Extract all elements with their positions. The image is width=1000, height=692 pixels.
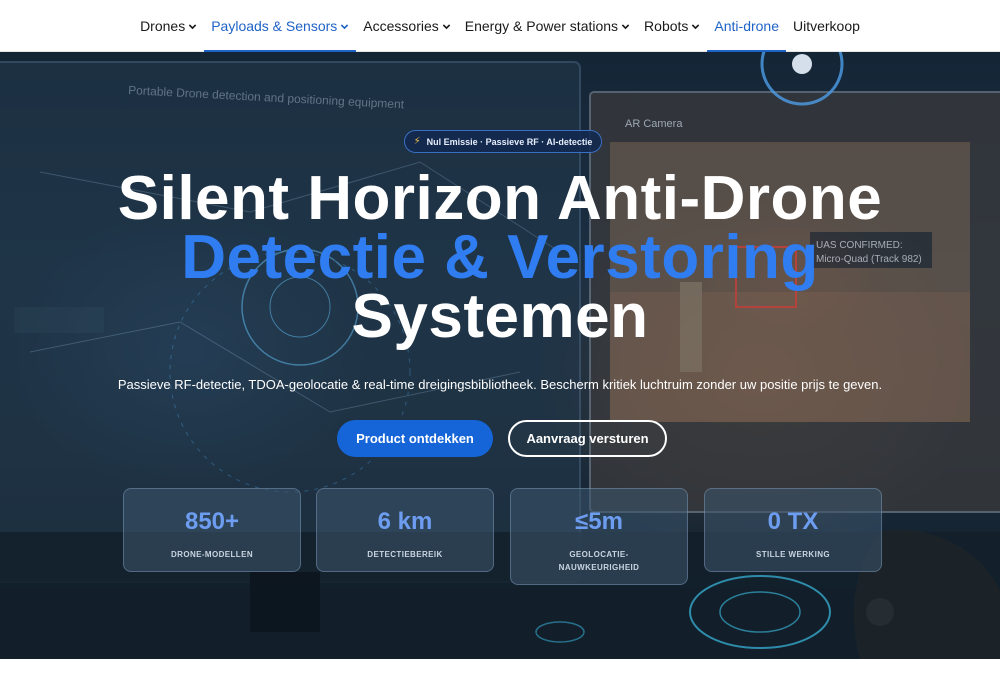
- nav-item-label: Robots: [644, 18, 689, 34]
- nav-item-energy-power[interactable]: Energy & Power stations: [458, 0, 637, 52]
- lightning-bolt-icon: ⚡: [413, 136, 421, 147]
- top-nav: Drones Payloads & Sensors Accessories En…: [0, 0, 1000, 52]
- stat-value: 850+: [184, 508, 240, 535]
- hero-section: Portable Drone detection and positioning…: [0, 52, 1000, 659]
- chevron-down-icon: [621, 22, 630, 31]
- stat-label: DETECTIEBEREIK: [367, 550, 443, 559]
- stat-label: STILLE WERKING: [755, 550, 831, 559]
- chevron-down-icon: [691, 22, 700, 31]
- nav-item-robots[interactable]: Robots: [637, 0, 707, 52]
- nav-item-anti-drone[interactable]: Anti-drone: [707, 0, 786, 52]
- stat-value: 6 km: [377, 508, 433, 535]
- hero-badge-text: Nul Emissie · Passieve RF · AI-detectie: [426, 136, 593, 147]
- chevron-down-icon: [188, 22, 197, 31]
- hero-badge: ⚡ Nul Emissie · Passieve RF · AI-detecti…: [404, 130, 602, 153]
- screen-right-title: AR Camera: [625, 118, 683, 130]
- stat-value: 0 TX: [767, 508, 819, 535]
- hero-subtitle: Passieve RF-detectie, TDOA-geolocatie & …: [117, 377, 883, 392]
- chevron-down-icon: [340, 22, 349, 31]
- nav-item-label: Energy & Power stations: [464, 18, 619, 34]
- nav-item-label: Anti-drone: [714, 18, 779, 34]
- nav-item-label: Accessories: [363, 18, 439, 34]
- hero-title-line2: Detectie & Verstoring: [181, 223, 819, 292]
- nav-item-payloads-sensors[interactable]: Payloads & Sensors: [204, 0, 357, 52]
- send-request-button[interactable]: Aanvraag versturen: [508, 420, 667, 457]
- stat-value: ≤5m: [575, 508, 623, 535]
- nav-item-label: Uitverkoop: [793, 18, 860, 34]
- nav-item-uitverkoop[interactable]: Uitverkoop: [786, 0, 867, 52]
- nav-item-drones[interactable]: Drones: [133, 0, 204, 52]
- stat-card-silent-operation: 0 TX STILLE WERKING: [704, 488, 882, 572]
- stat-label: GEOLOCATIE-NAUWKEURIGHEID: [558, 550, 640, 572]
- stat-card-detection-range: 6 km DETECTIEBEREIK: [316, 488, 494, 572]
- chevron-down-icon: [442, 22, 451, 31]
- discover-product-button[interactable]: Product ontdekken: [337, 420, 493, 457]
- nav-item-accessories[interactable]: Accessories: [356, 0, 457, 52]
- nav-item-label: Payloads & Sensors: [211, 18, 338, 34]
- stat-card-drone-models: 850+ DRONE-MODELLEN: [123, 488, 301, 572]
- hero-title-line1: Silent Horizon Anti-Drone: [117, 164, 883, 233]
- stat-card-geolocation-accuracy: ≤5m GEOLOCATIE-NAUWKEURIGHEID: [510, 488, 688, 585]
- stat-label: DRONE-MODELLEN: [170, 550, 254, 559]
- hero-title-line3: Systemen: [351, 282, 649, 351]
- nav-item-label: Drones: [140, 18, 186, 34]
